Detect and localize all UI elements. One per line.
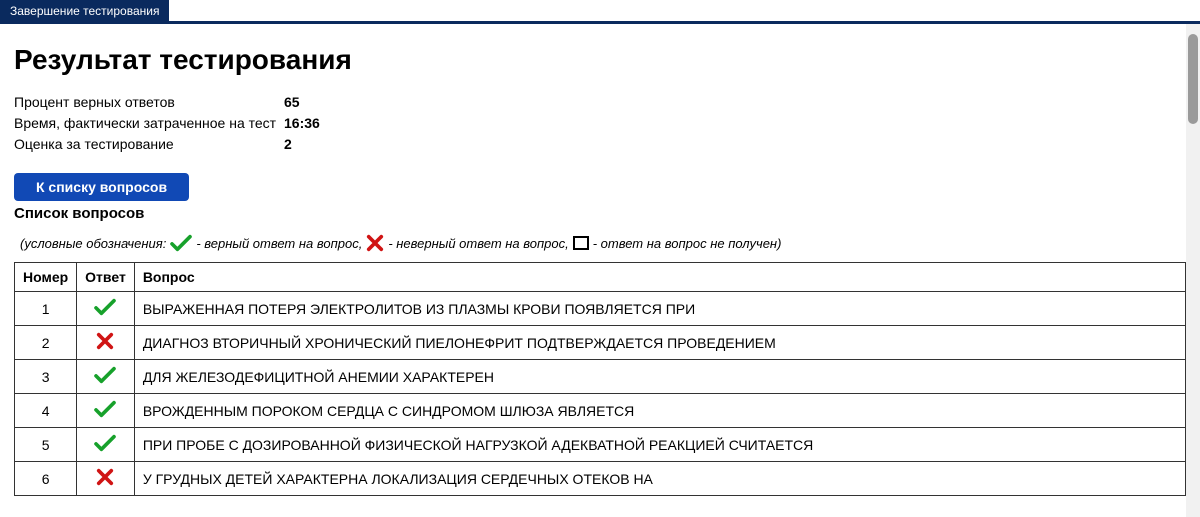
legend: (условные обозначения: - верный ответ на…: [20, 234, 1186, 252]
cell-num: 2: [15, 326, 77, 360]
check-icon: [94, 366, 116, 384]
legend-prefix: (условные обозначения:: [20, 236, 166, 251]
cell-question: ПРИ ПРОБЕ С ДОЗИРОВАННОЙ ФИЗИЧЕСКОЙ НАГР…: [134, 428, 1185, 462]
cross-icon: [96, 468, 114, 486]
cell-answer: [77, 462, 135, 496]
cell-answer: [77, 292, 135, 326]
check-icon: [170, 234, 192, 252]
questions-table: Номер Ответ Вопрос 1 ВЫРАЖЕННАЯ ПОТЕРЯ ЭЛ…: [14, 262, 1186, 496]
stat-row-grade: Оценка за тестирование 2: [14, 134, 1186, 155]
table-row: 5 ПРИ ПРОБЕ С ДОЗИРОВАННОЙ ФИЗИЧЕСКОЙ НАГ…: [15, 428, 1186, 462]
col-header-num: Номер: [15, 263, 77, 292]
cell-num: 6: [15, 462, 77, 496]
cell-answer: [77, 360, 135, 394]
table-row: 4 ВРОЖДЕННЫМ ПОРОКОМ СЕРДЦА С СИНДРОМОМ Ш…: [15, 394, 1186, 428]
cell-num: 3: [15, 360, 77, 394]
cell-answer: [77, 428, 135, 462]
cell-question: У ГРУДНЫХ ДЕТЕЙ ХАРАКТЕРНА ЛОКАЛИЗАЦИЯ С…: [134, 462, 1185, 496]
stat-label: Процент верных ответов: [14, 92, 284, 113]
cell-num: 5: [15, 428, 77, 462]
to-question-list-button[interactable]: К списку вопросов: [14, 173, 189, 201]
empty-box-icon: [573, 236, 589, 250]
legend-missing-text: - ответ на вопрос не получен): [593, 236, 782, 251]
content-area: Результат тестирования Процент верных от…: [0, 24, 1200, 517]
cell-question: ДЛЯ ЖЕЛЕЗОДЕФИЦИТНОЙ АНЕМИИ ХАРАКТЕРЕН: [134, 360, 1185, 394]
table-header-row: Номер Ответ Вопрос: [15, 263, 1186, 292]
check-icon: [94, 434, 116, 452]
stats-block: Процент верных ответов 65 Время, фактиче…: [14, 92, 1186, 155]
cell-num: 1: [15, 292, 77, 326]
cell-question: ДИАГНОЗ ВТОРИЧНЫЙ ХРОНИЧЕСКИЙ ПИЕЛОНЕФРИ…: [134, 326, 1185, 360]
scrollbar-thumb[interactable]: [1188, 34, 1198, 124]
tab-label: Завершение тестирования: [10, 4, 159, 18]
col-header-answer: Ответ: [77, 263, 135, 292]
cell-question: ВРОЖДЕННЫМ ПОРОКОМ СЕРДЦА С СИНДРОМОМ ШЛ…: [134, 394, 1185, 428]
stat-value: 65: [284, 92, 300, 113]
check-icon: [94, 298, 116, 316]
col-header-question: Вопрос: [134, 263, 1185, 292]
page-title: Результат тестирования: [14, 44, 1186, 76]
check-icon: [94, 400, 116, 418]
table-row: 3 ДЛЯ ЖЕЛЕЗОДЕФИЦИТНОЙ АНЕМИИ ХАРАКТЕРЕН: [15, 360, 1186, 394]
cell-num: 4: [15, 394, 77, 428]
cell-question: ВЫРАЖЕННАЯ ПОТЕРЯ ЭЛЕКТРОЛИТОВ ИЗ ПЛАЗМЫ…: [134, 292, 1185, 326]
topbar: Завершение тестирования: [0, 0, 1200, 24]
table-row: 1 ВЫРАЖЕННАЯ ПОТЕРЯ ЭЛЕКТРОЛИТОВ ИЗ ПЛАЗМ…: [15, 292, 1186, 326]
cross-icon: [96, 332, 114, 350]
stat-row-percent: Процент верных ответов 65: [14, 92, 1186, 113]
stat-label: Время, фактически затраченное на тест: [14, 113, 284, 134]
cross-icon: [366, 234, 384, 252]
stat-label: Оценка за тестирование: [14, 134, 284, 155]
question-list-title: Список вопросов: [14, 205, 1186, 222]
cell-answer: [77, 326, 135, 360]
stat-value: 2: [284, 134, 292, 155]
cell-answer: [77, 394, 135, 428]
stat-row-time: Время, фактически затраченное на тест 16…: [14, 113, 1186, 134]
tab-completion[interactable]: Завершение тестирования: [0, 0, 169, 21]
scrollbar-track[interactable]: [1186, 24, 1200, 517]
button-label: К списку вопросов: [36, 179, 167, 195]
stat-value: 16:36: [284, 113, 320, 134]
legend-correct-text: - верный ответ на вопрос,: [196, 236, 362, 251]
legend-wrong-text: - неверный ответ на вопрос,: [388, 236, 568, 251]
table-row: 6 У ГРУДНЫХ ДЕТЕЙ ХАРАКТЕРНА ЛОКАЛИЗАЦИЯ …: [15, 462, 1186, 496]
table-row: 2 ДИАГНОЗ ВТОРИЧНЫЙ ХРОНИЧЕСКИЙ ПИЕЛОНЕФР…: [15, 326, 1186, 360]
